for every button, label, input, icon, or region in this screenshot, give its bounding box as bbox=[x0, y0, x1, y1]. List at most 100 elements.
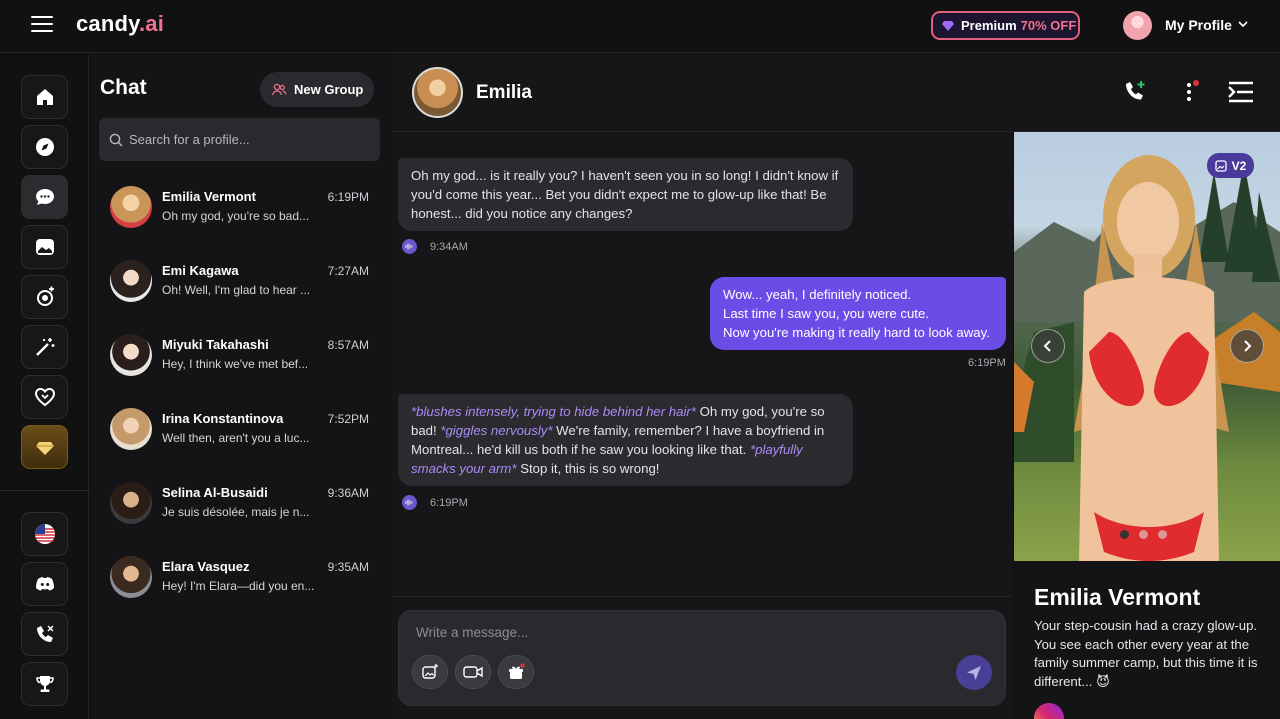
logo-text: candy bbox=[76, 11, 139, 36]
roleplay-action-text: *giggles nervously* bbox=[440, 423, 553, 438]
image-sparkle-icon bbox=[422, 664, 438, 679]
avatar[interactable] bbox=[412, 67, 463, 118]
search-box bbox=[99, 118, 380, 161]
nav-leaderboard[interactable] bbox=[21, 662, 68, 706]
avatar bbox=[110, 408, 152, 450]
nav-create[interactable] bbox=[21, 275, 68, 319]
chevron-down-icon[interactable] bbox=[1238, 19, 1248, 29]
contact-time: 7:52PM bbox=[327, 412, 369, 426]
nav-support[interactable] bbox=[21, 612, 68, 656]
roleplay-action-text: *blushes intensely, trying to hide behin… bbox=[411, 404, 696, 419]
contact-name: Irina Konstantinova bbox=[162, 411, 284, 426]
contact-item-emilia[interactable]: Emilia Vermont 6:19PM Oh my god, you're … bbox=[90, 186, 390, 258]
collapse-panel-icon bbox=[1228, 81, 1253, 103]
pagination-dot[interactable] bbox=[1120, 530, 1129, 539]
my-profile-label[interactable]: My Profile bbox=[1165, 17, 1232, 33]
character-name: Emilia Vermont bbox=[1034, 584, 1201, 610]
message-line: Now you're making it really hard to look… bbox=[723, 325, 990, 340]
hamburger-menu-icon[interactable] bbox=[31, 16, 53, 34]
send-button[interactable] bbox=[956, 655, 992, 690]
avatar bbox=[110, 482, 152, 524]
contact-item-miyuki[interactable]: Miyuki Takahashi 8:57AM Hey, I think we'… bbox=[90, 334, 390, 406]
compass-icon bbox=[35, 138, 54, 156]
message-meta: 6:19PM bbox=[968, 357, 1006, 369]
message-composer bbox=[398, 610, 1006, 706]
premium-diamond-icon bbox=[35, 442, 54, 455]
nav-home[interactable] bbox=[21, 75, 68, 119]
request-image-button[interactable] bbox=[412, 655, 448, 689]
contact-item-irina[interactable]: Irina Konstantinova 7:52PM Well then, ar… bbox=[90, 408, 390, 480]
gift-button[interactable] bbox=[498, 655, 534, 689]
avatar bbox=[110, 334, 152, 376]
message-text: Stop it, this is so wrong! bbox=[516, 461, 660, 476]
new-group-button[interactable]: New Group bbox=[260, 72, 374, 107]
avatar[interactable] bbox=[1123, 11, 1152, 40]
contact-time: 8:57AM bbox=[327, 338, 369, 352]
call-button[interactable] bbox=[1121, 78, 1149, 106]
us-flag-icon bbox=[34, 524, 55, 544]
character-description: Your step-cousin had a crazy glow-up. Yo… bbox=[1034, 618, 1258, 689]
contact-preview: Oh! Well, I'm glad to hear ... bbox=[162, 283, 311, 297]
contact-name: Miyuki Takahashi bbox=[162, 337, 269, 352]
nav-language[interactable] bbox=[21, 512, 68, 556]
character-photo[interactable]: V2 bbox=[1014, 132, 1280, 561]
chevron-left-icon bbox=[1043, 340, 1051, 352]
premium-button[interactable]: Premium 70% OFF bbox=[931, 11, 1080, 40]
message-bubble-incoming: *blushes intensely, trying to hide behin… bbox=[398, 394, 853, 486]
avatar bbox=[110, 556, 152, 598]
conversation-title[interactable]: Emilia bbox=[476, 82, 532, 104]
avatar bbox=[110, 260, 152, 302]
contact-name: Emilia Vermont bbox=[162, 189, 256, 204]
left-rail bbox=[0, 54, 89, 719]
nav-explore[interactable] bbox=[21, 125, 68, 169]
message-meta: 9:34AM bbox=[402, 239, 468, 254]
logo-suffix: .ai bbox=[138, 11, 165, 36]
contact-item-emi[interactable]: Emi Kagawa 7:27AM Oh! Well, I'm glad to … bbox=[90, 260, 390, 332]
message-time: 6:19PM bbox=[968, 357, 1006, 369]
logo[interactable]: candy.ai bbox=[76, 11, 164, 37]
request-video-button[interactable] bbox=[455, 655, 491, 689]
contact-item-selina[interactable]: Selina Al-Busaidi 9:36AM Je suis désolée… bbox=[90, 482, 390, 554]
message-input[interactable] bbox=[416, 625, 976, 647]
photo-pagination bbox=[1120, 530, 1167, 539]
pagination-dot[interactable] bbox=[1158, 530, 1167, 539]
contact-item-elara[interactable]: Elara Vasquez 9:35AM Hey! I'm Elara—did … bbox=[90, 556, 390, 628]
next-photo-button[interactable] bbox=[1230, 329, 1264, 363]
version-badge: V2 bbox=[1207, 153, 1254, 178]
previous-photo-button[interactable] bbox=[1031, 329, 1065, 363]
gem-icon bbox=[942, 20, 954, 31]
nav-chat[interactable] bbox=[21, 175, 68, 219]
contact-name: Elara Vasquez bbox=[162, 559, 250, 574]
toggle-profile-panel-button[interactable] bbox=[1227, 78, 1255, 106]
nav-discord[interactable] bbox=[21, 562, 68, 606]
voice-play-icon[interactable] bbox=[402, 239, 417, 254]
nav-generate[interactable] bbox=[21, 325, 68, 369]
search-input[interactable] bbox=[129, 132, 369, 147]
chat-list-panel: Chat New Group Emilia Vermont 6:19PM Oh … bbox=[90, 54, 390, 719]
message-line: Wow... yeah, I definitely noticed. bbox=[723, 287, 912, 302]
contact-preview: Oh my god, you're so bad... bbox=[162, 209, 310, 223]
message-time: 9:34AM bbox=[430, 240, 468, 253]
nav-gallery[interactable] bbox=[21, 225, 68, 269]
contact-preview: Je suis désolée, mais je n... bbox=[162, 505, 310, 519]
instagram-icon[interactable] bbox=[1034, 703, 1064, 719]
message-meta: 6:19PM bbox=[402, 495, 468, 510]
contact-time: 9:35AM bbox=[327, 560, 369, 574]
voice-play-icon[interactable] bbox=[402, 495, 417, 510]
chat-title: Chat bbox=[100, 76, 147, 99]
more-vertical-icon bbox=[1187, 80, 1199, 101]
contact-time: 7:27AM bbox=[327, 264, 369, 278]
contact-time: 9:36AM bbox=[327, 486, 369, 500]
magic-wand-icon bbox=[35, 338, 54, 356]
contact-preview: Well then, aren't you a luc... bbox=[162, 431, 310, 445]
nav-premium[interactable] bbox=[21, 425, 68, 469]
send-icon bbox=[967, 665, 981, 680]
heart-hands-icon bbox=[34, 387, 55, 407]
more-options-button[interactable] bbox=[1175, 78, 1203, 106]
discord-icon bbox=[35, 577, 54, 591]
nav-companion[interactable] bbox=[21, 375, 68, 419]
new-group-label: New Group bbox=[294, 82, 364, 97]
rail-divider bbox=[0, 490, 89, 491]
conversation-panel: Emilia Oh my god... is it really you? I … bbox=[391, 54, 1280, 719]
pagination-dot[interactable] bbox=[1139, 530, 1148, 539]
